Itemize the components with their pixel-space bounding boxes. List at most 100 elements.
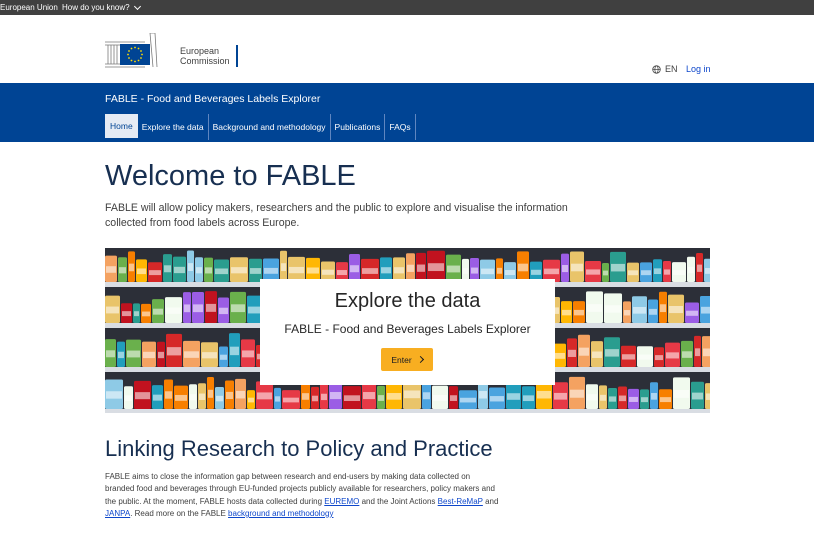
product-label <box>283 397 299 403</box>
product-label <box>450 395 457 401</box>
product-label <box>505 270 515 276</box>
product-label <box>655 355 663 361</box>
product-label <box>250 268 261 274</box>
product-label <box>205 267 212 274</box>
product-label <box>686 310 698 316</box>
product-label <box>605 349 619 357</box>
product-label <box>660 304 666 313</box>
product-label <box>682 351 692 358</box>
link-euremo[interactable]: EUREMO <box>324 497 359 506</box>
language-selector[interactable]: EN <box>652 64 678 74</box>
product-label <box>166 307 181 314</box>
explore-card: Explore the data FABLE - Food and Bevera… <box>260 279 555 385</box>
product-label <box>697 264 702 272</box>
product-label <box>497 267 502 274</box>
product-label <box>289 266 304 274</box>
link-janpa[interactable]: JANPA <box>105 509 130 518</box>
para-text-3: and <box>482 496 499 506</box>
nav-item-explore-the-data[interactable]: Explore the data <box>138 114 209 140</box>
product-label <box>518 263 528 272</box>
product-label <box>537 390 551 399</box>
product-label <box>471 267 478 274</box>
product-label <box>134 311 139 317</box>
product-label <box>555 352 565 359</box>
product-label <box>649 308 657 315</box>
product-label <box>264 267 278 274</box>
product-label <box>428 263 444 272</box>
product-label <box>394 267 404 274</box>
nav-item-background-and-methodology[interactable]: Background and methodology <box>209 114 331 140</box>
product-label <box>175 394 187 401</box>
product-label <box>122 311 131 317</box>
product-label <box>463 268 468 274</box>
nav-item-faqs[interactable]: FAQs <box>385 114 416 140</box>
product-label <box>579 347 589 356</box>
site-name[interactable]: FABLE - Food and Beverages Labels Explor… <box>105 93 320 105</box>
product-label <box>622 354 635 360</box>
product-label <box>605 305 621 313</box>
logo-line-2: Commission <box>180 56 230 66</box>
product-label <box>153 308 163 315</box>
product-label <box>554 392 567 400</box>
product-label <box>106 266 116 273</box>
product-label <box>592 351 602 358</box>
explore-card-title: Explore the data <box>334 290 481 312</box>
globe-icon <box>652 64 661 74</box>
site-banner: FABLE - Food and Beverages Labels Explor… <box>0 83 814 142</box>
nav-item-publications[interactable]: Publications <box>331 114 386 140</box>
product-label <box>562 309 571 316</box>
para-text-4: . Read more on the FABLE <box>130 508 229 518</box>
product-label <box>407 264 414 272</box>
product-label <box>119 267 126 274</box>
product-label <box>193 304 203 313</box>
product-label <box>215 268 228 275</box>
product-label <box>118 351 124 359</box>
product-label <box>600 394 606 401</box>
product-label <box>322 269 334 275</box>
product-label <box>705 268 710 274</box>
explore-card-subtitle: FABLE - Food and Beverages Labels Explor… <box>284 322 531 336</box>
product-label <box>669 306 683 314</box>
product-label <box>135 392 150 400</box>
product-label <box>651 392 657 400</box>
product-label <box>703 348 710 357</box>
product-label <box>206 303 216 312</box>
product-label <box>153 394 162 401</box>
product-label <box>127 350 140 358</box>
intro-text: FABLE will allow policy makers, research… <box>105 202 568 229</box>
product-label <box>701 306 710 314</box>
logo-line-1: European <box>180 46 220 56</box>
product-label <box>568 349 576 357</box>
link-best-remap[interactable]: Best-ReMaP <box>438 497 483 506</box>
product-label <box>531 269 541 275</box>
product-label <box>248 397 254 403</box>
product-label <box>695 348 700 357</box>
nav-item-home[interactable]: Home <box>105 114 138 140</box>
product-label <box>196 267 202 274</box>
product-label <box>628 270 638 276</box>
product-label <box>242 350 254 358</box>
product-label <box>220 354 227 360</box>
product-label <box>164 265 171 273</box>
product-label <box>230 346 239 356</box>
product-label <box>586 269 600 275</box>
how-do-you-know-toggle[interactable]: How do you know? <box>62 0 141 15</box>
eu-label: European Union <box>0 3 58 12</box>
product-label <box>216 395 223 402</box>
product-label <box>106 306 119 314</box>
product-label <box>231 304 245 313</box>
section-title: Linking Research to Policy and Practice <box>105 436 493 461</box>
link-background-and-methodology[interactable]: background and methodology <box>228 509 333 518</box>
login-link[interactable]: Log in <box>686 64 711 74</box>
product-label <box>188 263 193 271</box>
product-label <box>523 395 534 402</box>
how-do-you-know-label: How do you know? <box>62 3 130 12</box>
product-label <box>624 310 630 316</box>
product-label <box>125 395 132 402</box>
product-label <box>574 309 584 316</box>
product-label <box>641 397 648 403</box>
product-label <box>137 268 146 275</box>
product-label <box>199 393 205 400</box>
enter-button[interactable]: Enter <box>381 348 433 371</box>
product-label <box>479 391 487 399</box>
